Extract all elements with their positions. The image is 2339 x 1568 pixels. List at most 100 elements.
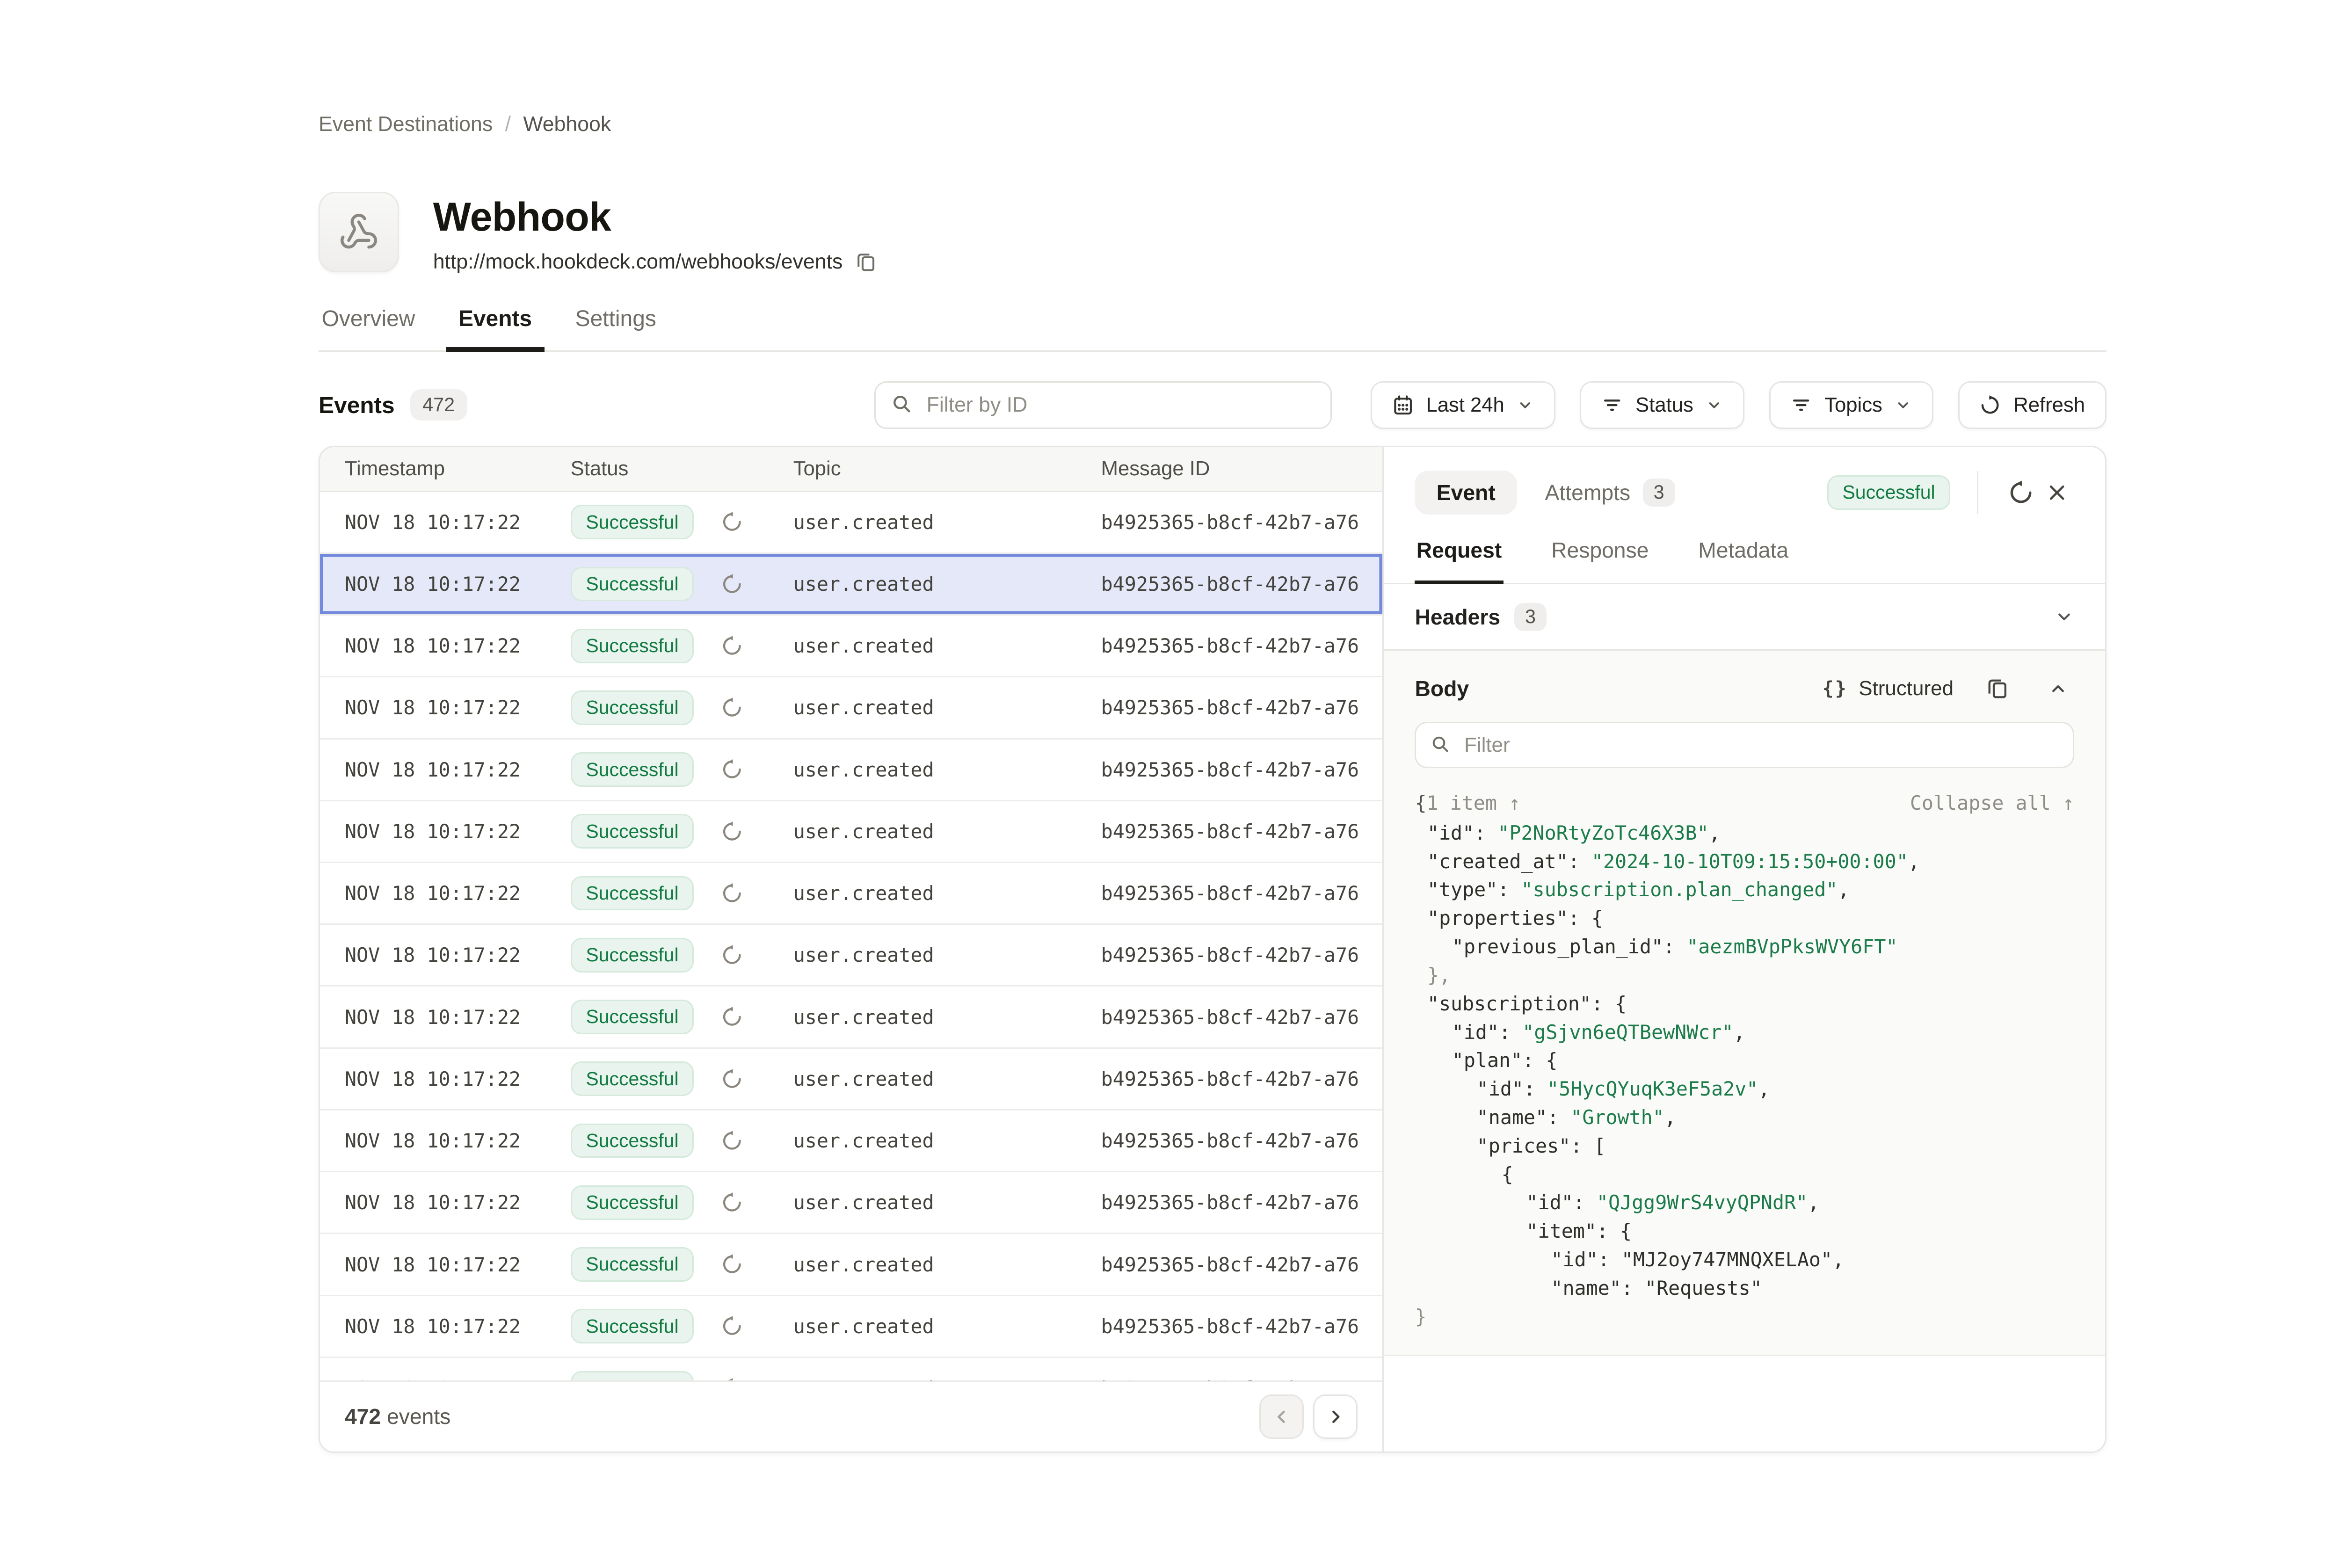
table-row[interactable]: NOV 18 10:17:22 Successful user.created …: [320, 492, 1382, 554]
retry-icon: [2008, 479, 2034, 506]
tab-overview[interactable]: Overview: [319, 306, 418, 350]
destination-header: Webhook http://mock.hookdeck.com/webhook…: [319, 192, 2107, 273]
breadcrumb-parent-link[interactable]: Event Destinations: [319, 113, 493, 136]
chevron-down-icon: [2054, 607, 2074, 627]
row-timestamp: NOV 18 10:17:22: [345, 1377, 571, 1380]
collapse-all-button[interactable]: Collapse all ↑: [1910, 791, 2074, 814]
retry-icon[interactable]: [720, 1129, 744, 1153]
retry-icon[interactable]: [720, 1377, 744, 1381]
json-line: }: [1415, 1303, 2074, 1331]
pagination-next-button[interactable]: [1313, 1394, 1358, 1439]
row-message-id: b4925365-b8cf-42b7-a76…: [1101, 1191, 1358, 1214]
row-status-badge: Successful: [571, 1371, 694, 1381]
col-topic: Topic: [793, 457, 1101, 480]
breadcrumb-current: Webhook: [523, 113, 611, 136]
view-tab-attempts[interactable]: Attempts 3: [1545, 479, 1675, 507]
destination-icon-tile: [319, 192, 399, 272]
breadcrumb-separator: /: [505, 113, 511, 136]
topics-filter-button[interactable]: Topics: [1769, 381, 1933, 429]
retry-icon[interactable]: [720, 944, 744, 967]
request-response-tabs: Request Response Metadata: [1384, 535, 2105, 585]
row-topic: user.created: [793, 573, 1101, 595]
table-row[interactable]: NOV 18 10:17:22 Successful user.created …: [320, 554, 1382, 616]
table-row[interactable]: NOV 18 10:17:22 Successful user.created …: [320, 1358, 1382, 1380]
row-timestamp: NOV 18 10:17:22: [345, 1067, 571, 1090]
row-status-badge: Successful: [571, 876, 694, 911]
filter-by-id-search: [874, 381, 1332, 429]
table-row[interactable]: NOV 18 10:17:22 Successful user.created …: [320, 925, 1382, 987]
structured-view-toggle[interactable]: Structured: [1859, 677, 1954, 700]
json-line: "properties": {: [1415, 904, 2074, 933]
json-line: "id": "QJgg9WrS4vyQPNdR",: [1415, 1189, 2074, 1217]
row-message-id: b4925365-b8cf-42b7-a76…: [1101, 1377, 1358, 1380]
retry-icon[interactable]: [720, 820, 744, 843]
retry-icon[interactable]: [720, 1191, 744, 1214]
table-row[interactable]: NOV 18 10:17:22 Successful user.created …: [320, 987, 1382, 1048]
json-viewer[interactable]: "id": "P2NoRtyZoTc46X3B","created_at": "…: [1415, 819, 2074, 1331]
search-icon: [891, 393, 913, 415]
row-status-badge: Successful: [571, 1247, 694, 1282]
breadcrumb: Event Destinations / Webhook: [319, 0, 2107, 136]
status-filter-button[interactable]: Status: [1580, 381, 1744, 429]
retry-icon[interactable]: [720, 573, 744, 596]
table-row[interactable]: NOV 18 10:17:22 Successful user.created …: [320, 1049, 1382, 1111]
copy-body-button[interactable]: [1980, 671, 2015, 706]
json-items-meta[interactable]: {1 item ↑: [1415, 791, 1520, 814]
row-status-badge: Successful: [571, 690, 694, 725]
filter-by-id-input[interactable]: [874, 381, 1332, 429]
retry-icon[interactable]: [720, 1314, 744, 1338]
table-row[interactable]: NOV 18 10:17:22 Successful user.created …: [320, 1234, 1382, 1296]
table-row[interactable]: NOV 18 10:17:22 Successful user.created …: [320, 616, 1382, 677]
row-message-id: b4925365-b8cf-42b7-a76…: [1101, 944, 1358, 966]
row-status-badge: Successful: [571, 1309, 694, 1343]
copy-url-button[interactable]: [855, 251, 877, 273]
collapse-body-button[interactable]: [2041, 672, 2074, 704]
search-icon: [1431, 734, 1451, 755]
table-row[interactable]: NOV 18 10:17:22 Successful user.created …: [320, 801, 1382, 863]
json-line: "id": "MJ2oy747MNQXELAo",: [1415, 1246, 2074, 1274]
calendar-icon: [1392, 394, 1414, 416]
refresh-button[interactable]: Refresh: [1958, 381, 2107, 429]
tab-metadata[interactable]: Metadata: [1697, 535, 1790, 583]
pagination-prev-button[interactable]: [1259, 1394, 1304, 1439]
event-detail-panel: Event Attempts 3 Successful: [1382, 447, 2105, 1451]
table-row[interactable]: NOV 18 10:17:22 Successful user.created …: [320, 677, 1382, 739]
refresh-icon: [1979, 394, 2001, 416]
table-row[interactable]: NOV 18 10:17:22 Successful user.created …: [320, 740, 1382, 801]
tab-events[interactable]: Events: [455, 306, 535, 350]
close-icon: [2046, 482, 2068, 503]
row-topic: user.created: [793, 1006, 1101, 1029]
retry-icon[interactable]: [720, 696, 744, 719]
retry-icon[interactable]: [720, 1067, 744, 1091]
time-range-label: Last 24h: [1426, 393, 1504, 417]
json-line: "id": "P2NoRtyZoTc46X3B",: [1415, 819, 2074, 848]
retry-event-button[interactable]: [2001, 473, 2040, 512]
tab-request[interactable]: Request: [1415, 535, 1503, 583]
retry-icon[interactable]: [720, 1005, 744, 1029]
headers-expand-button[interactable]: [2054, 607, 2074, 627]
retry-icon[interactable]: [720, 1253, 744, 1276]
table-row[interactable]: NOV 18 10:17:22 Successful user.created …: [320, 1172, 1382, 1234]
body-label: Body: [1415, 676, 1469, 701]
view-tab-event[interactable]: Event: [1415, 471, 1517, 515]
retry-icon[interactable]: [720, 758, 744, 781]
retry-icon[interactable]: [720, 882, 744, 905]
attempts-count-badge: 3: [1643, 479, 1675, 507]
table-row[interactable]: NOV 18 10:17:22 Successful user.created …: [320, 1111, 1382, 1172]
row-topic: user.created: [793, 1067, 1101, 1090]
tab-response[interactable]: Response: [1550, 535, 1650, 583]
table-row[interactable]: NOV 18 10:17:22 Successful user.created …: [320, 863, 1382, 925]
webhook-events-page: Event Destinations / Webhook Webhook htt…: [0, 0, 2339, 1568]
retry-icon[interactable]: [720, 510, 744, 534]
webhook-icon: [339, 212, 379, 252]
row-topic: user.created: [793, 882, 1101, 905]
body-filter-input[interactable]: [1415, 722, 2074, 768]
table-row[interactable]: NOV 18 10:17:22 Successful user.created …: [320, 1296, 1382, 1358]
row-timestamp: NOV 18 10:17:22: [345, 820, 571, 843]
headers-section[interactable]: Headers 3: [1384, 584, 2105, 651]
tab-settings[interactable]: Settings: [572, 306, 659, 350]
close-panel-button[interactable]: [2040, 475, 2074, 509]
time-range-button[interactable]: Last 24h: [1371, 381, 1555, 429]
retry-icon[interactable]: [720, 634, 744, 658]
table-footer: 472 events: [320, 1380, 1382, 1451]
